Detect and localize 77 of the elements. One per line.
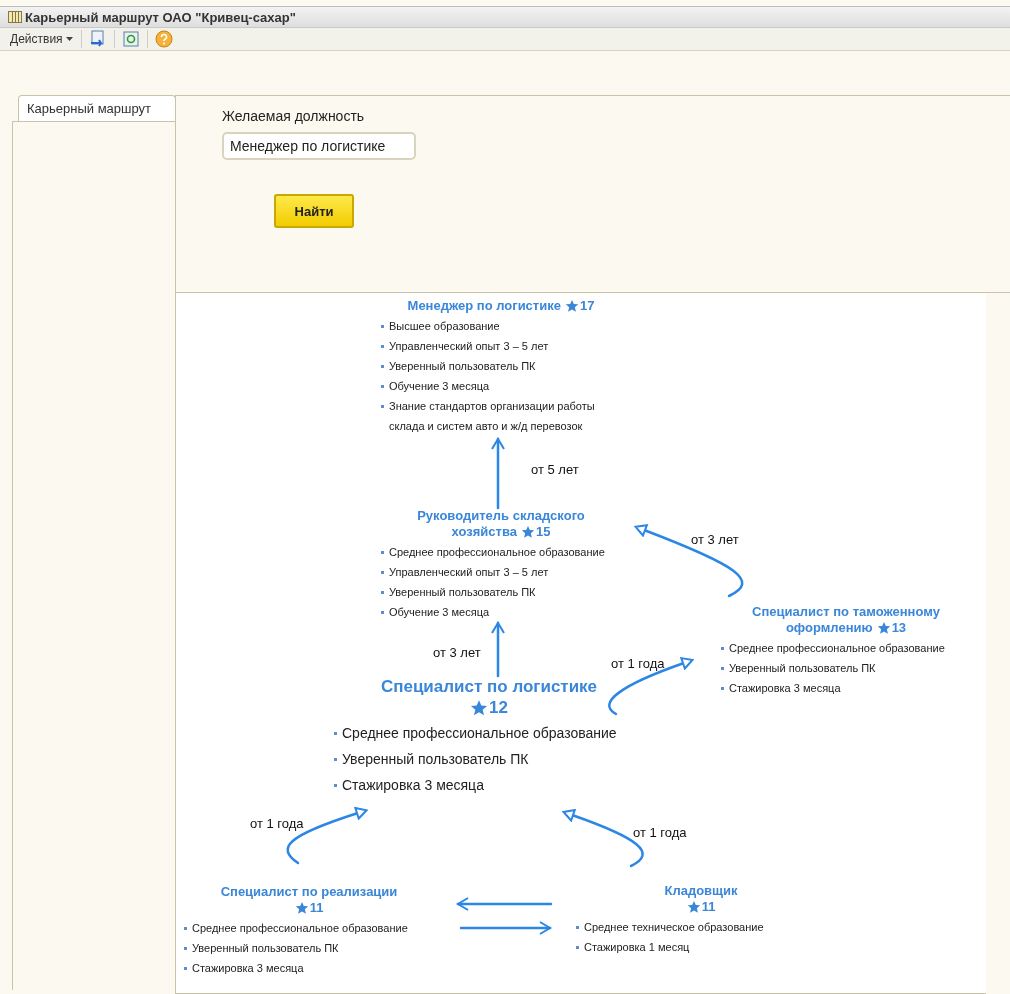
bullet-icon	[381, 385, 384, 388]
bullet-icon	[381, 345, 384, 348]
star-icon	[294, 901, 309, 915]
position-title: Специалист по таможенному	[752, 604, 940, 620]
refresh-icon[interactable]	[120, 29, 141, 50]
bullet-icon	[721, 687, 724, 690]
requirement-text: Уверенный пользователь ПК	[192, 941, 339, 956]
position-title: Специалист по реализации	[220, 884, 398, 900]
position-title: Руководитель складского	[417, 508, 585, 524]
help-icon[interactable]	[153, 29, 174, 50]
edge-label: от 3 лет	[433, 645, 481, 660]
position-field[interactable]: Менеджер по логистике	[222, 132, 416, 160]
rank-number: 11	[309, 900, 324, 916]
rank-number: 12	[489, 697, 508, 718]
requirement-text: Знание стандартов организации работы склада и систем авто и ж/д перевозок	[389, 399, 596, 434]
position-title: хозяйства	[451, 524, 517, 540]
bullet-icon	[381, 571, 384, 574]
rank-number: 13	[891, 620, 907, 636]
edge-label: от 5 лет	[531, 462, 579, 477]
bullet-icon	[184, 947, 187, 950]
edge-label: от 3 лет	[691, 532, 739, 547]
position-title: Кладовщик	[664, 883, 738, 899]
bullet-icon	[721, 647, 724, 650]
edge-label: от 1 года	[250, 816, 304, 831]
requirement-text: Стажировка 3 месяца	[729, 681, 841, 696]
window-title: Карьерный маршрут ОАО "Кривец-сахар"	[25, 9, 296, 25]
tab[interactable]: Карьерный маршрут	[18, 95, 176, 121]
bullet-icon	[184, 927, 187, 930]
connector-arrow	[491, 621, 505, 678]
position-title: Специалист по логистике	[380, 676, 598, 697]
bullet-icon	[184, 967, 187, 970]
bullet-icon	[334, 784, 337, 787]
rank-number: 11	[701, 899, 716, 915]
find-button[interactable]: Найти	[274, 194, 354, 228]
requirement-text: Уверенный пользователь ПК	[729, 661, 876, 676]
bullet-icon	[381, 365, 384, 368]
bullet-icon	[381, 591, 384, 594]
bullet-icon	[334, 732, 337, 735]
position-title: Менеджер по логистике	[407, 298, 561, 314]
requirement-text: Стажировка 3 месяца	[192, 961, 304, 976]
star-icon	[564, 299, 579, 313]
requirement-text: Среднее профессиональное образование	[192, 921, 408, 936]
requirement-text: Среднее техническое образование	[584, 920, 764, 935]
bullet-icon	[381, 551, 384, 554]
edge-label: от 1 года	[611, 656, 665, 671]
requirement-text: Управленческий опыт 3 – 5 лет	[389, 565, 549, 580]
bullet-icon	[721, 667, 724, 670]
bullet-icon	[381, 405, 384, 408]
caret-icon	[65, 37, 73, 42]
bullet-icon	[381, 325, 384, 328]
requirement-text: Обучение 3 месяца	[389, 379, 490, 394]
star-icon	[470, 698, 489, 717]
field-label: Желаемая должность	[222, 108, 365, 124]
star-icon	[520, 525, 535, 539]
edge-label: от 1 года	[633, 825, 687, 840]
requirement-text: Уверенный пользователь ПК	[342, 750, 529, 769]
requirement-text: Высшее образование	[389, 319, 500, 334]
requirement-text: Управленческий опыт 3 – 5 лет	[389, 339, 549, 354]
requirement-text: Среднее профессиональное образование	[729, 641, 945, 656]
rank-number: 15	[535, 524, 551, 540]
requirement-text: Уверенный пользователь ПК	[389, 585, 536, 600]
requirement-text: Уверенный пользователь ПК	[389, 359, 536, 374]
requirement-text: Стажировка 3 месяца	[342, 776, 484, 795]
requirement-text: Обучение 3 месяца	[389, 605, 490, 620]
grid-icon	[8, 11, 22, 24]
rank-number: 17	[579, 298, 595, 314]
requirement-text: Среднее профессиональное образование	[342, 724, 617, 743]
bullet-icon	[576, 946, 579, 949]
actions-menu[interactable]: Действия	[8, 32, 75, 47]
bullet-icon	[381, 611, 384, 614]
bullet-icon	[576, 926, 579, 929]
star-icon	[686, 900, 701, 914]
position-title: оформлению	[785, 620, 873, 636]
requirement-text: Среднее профессиональное образование	[389, 545, 605, 560]
requirement-text: Стажировка 1 месяц	[584, 940, 690, 955]
bullet-icon	[334, 758, 337, 761]
star-icon	[876, 621, 891, 635]
